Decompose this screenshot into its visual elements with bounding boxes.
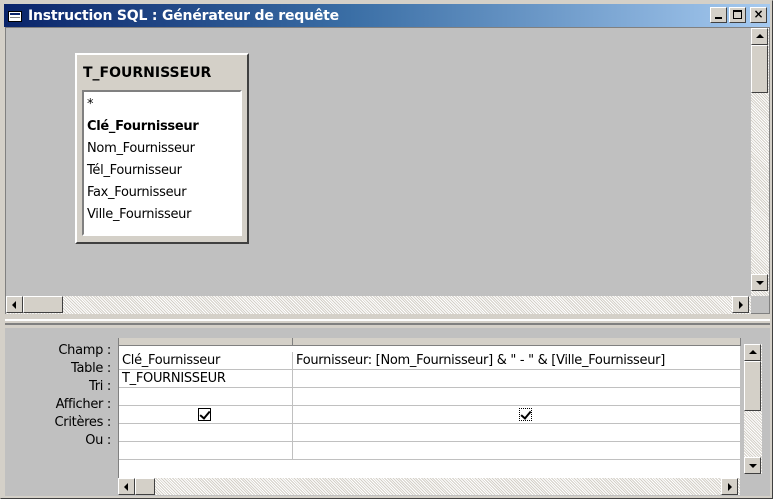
scroll-right-button[interactable] <box>732 296 749 313</box>
cell-afficher-1[interactable] <box>119 406 293 424</box>
cell-table-1[interactable]: T_FOURNISSEUR <box>119 370 293 388</box>
arrow-down-icon <box>749 464 757 468</box>
cell-table-2[interactable] <box>293 370 741 388</box>
scroll-thumb-horizontal[interactable] <box>23 296 63 313</box>
close-icon: × <box>753 7 764 21</box>
minimize-icon <box>715 17 722 19</box>
checkbox-checked-icon[interactable] <box>198 408 211 421</box>
row-label-criteres: Critères : <box>54 415 112 430</box>
scroll-down-button[interactable] <box>744 457 761 474</box>
cell-ou-2[interactable] <box>293 442 741 460</box>
query-builder-icon[interactable] <box>8 9 24 23</box>
maximize-button[interactable] <box>729 7 746 23</box>
cell-champ-1[interactable]: Clé_Fournisseur <box>119 352 293 370</box>
cell-champ-2[interactable]: Fournisseur: [Nom_Fournisseur] & " - " &… <box>293 352 741 370</box>
field-item-nom-fournisseur[interactable]: Nom_Fournisseur <box>87 138 240 160</box>
scroll-left-button[interactable] <box>118 478 135 495</box>
diagram-vertical-scrollbar[interactable] <box>751 28 769 296</box>
table-box-t-fournisseur[interactable]: T_FOURNISSEUR * Clé_Fournisseur Nom_Four… <box>75 53 249 244</box>
arrow-down-icon <box>756 281 764 285</box>
arrow-up-icon <box>756 34 764 38</box>
field-item-all[interactable]: * <box>87 94 240 116</box>
row-label-ou: Ou : <box>85 433 111 448</box>
query-design-grid[interactable]: Clé_Fournisseur T_FOURNISSEUR Fournisseu… <box>118 338 741 478</box>
close-button[interactable]: × <box>750 7 767 23</box>
grid-vertical-scrollbar[interactable] <box>744 344 762 474</box>
minimize-button[interactable] <box>710 7 727 23</box>
scroll-thumb[interactable] <box>744 361 761 411</box>
window-controls: × <box>710 7 767 23</box>
cell-afficher-2[interactable] <box>293 406 741 424</box>
arrow-left-icon <box>124 483 128 491</box>
maximize-icon <box>733 10 742 19</box>
pane-splitter[interactable] <box>5 319 770 325</box>
grid-row-labels: Champ : Table : Tri : Afficher : Critère… <box>5 342 115 450</box>
scroll-right-button[interactable] <box>721 478 738 495</box>
cell-ou-1[interactable] <box>119 442 293 460</box>
field-item-tel-fournisseur[interactable]: Tél_Fournisseur <box>87 160 240 182</box>
arrow-left-icon <box>12 301 16 309</box>
row-label-afficher: Afficher : <box>55 397 112 412</box>
grid-horizontal-scrollbar[interactable] <box>118 478 740 495</box>
window-title: Instruction SQL : Générateur de requête <box>28 7 339 24</box>
scroll-thumb-horizontal[interactable] <box>135 478 155 495</box>
table-diagram-pane[interactable]: T_FOURNISSEUR * Clé_Fournisseur Nom_Four… <box>5 27 770 314</box>
field-item-cle-fournisseur[interactable]: Clé_Fournisseur <box>87 116 240 138</box>
arrow-up-icon <box>749 350 757 354</box>
title-bar[interactable]: Instruction SQL : Générateur de requête … <box>4 4 770 27</box>
row-label-champ: Champ : <box>58 343 111 358</box>
column-selector-1[interactable] <box>119 338 293 346</box>
query-grid-pane: Champ : Table : Tri : Afficher : Critère… <box>5 328 770 496</box>
row-label-table: Table : <box>70 361 111 376</box>
scroll-thumb[interactable] <box>751 45 768 93</box>
diagram-horizontal-scrollbar[interactable] <box>6 296 751 314</box>
cell-tri-1[interactable] <box>119 388 293 406</box>
cell-tri-2[interactable] <box>293 388 741 406</box>
arrow-right-icon <box>739 301 743 309</box>
scroll-left-button[interactable] <box>6 296 23 313</box>
table-box-title[interactable]: T_FOURNISSEUR <box>83 65 211 81</box>
arrow-right-icon <box>728 483 732 491</box>
field-list[interactable]: * Clé_Fournisseur Nom_Fournisseur Tél_Fo… <box>82 90 242 236</box>
query-builder-window: Instruction SQL : Générateur de requête … <box>0 0 773 499</box>
checkbox-checked-icon[interactable] <box>519 408 532 421</box>
field-item-ville-fournisseur[interactable]: Ville_Fournisseur <box>87 204 240 226</box>
cell-criteres-2[interactable] <box>293 424 741 442</box>
scroll-up-button[interactable] <box>751 28 768 45</box>
row-label-tri: Tri : <box>89 379 111 394</box>
column-selector-2[interactable] <box>293 338 741 346</box>
scroll-down-button[interactable] <box>751 274 768 291</box>
cell-criteres-1[interactable] <box>119 424 293 442</box>
scroll-up-button[interactable] <box>744 344 761 361</box>
field-item-fax-fournisseur[interactable]: Fax_Fournisseur <box>87 182 240 204</box>
